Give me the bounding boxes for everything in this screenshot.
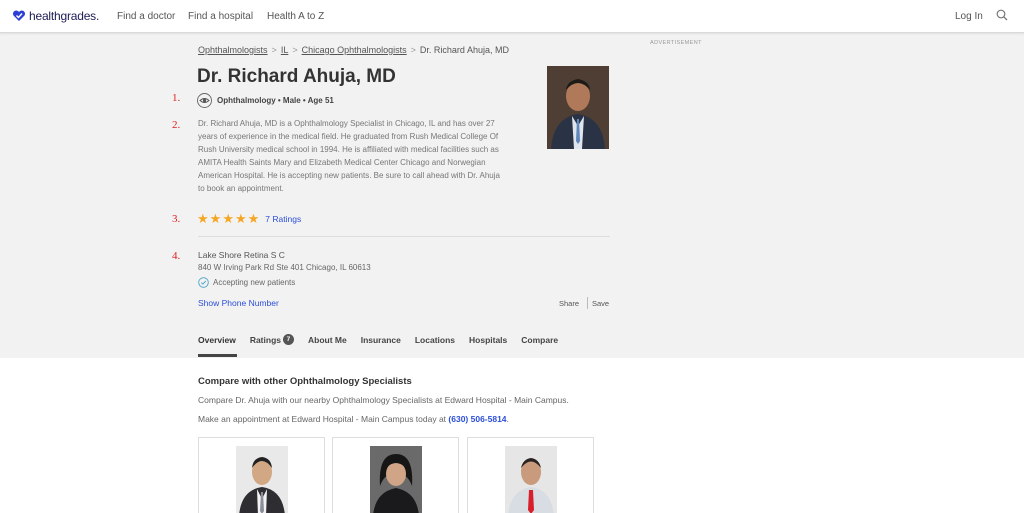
compare-doctor-photo	[236, 446, 288, 513]
tab-label: Hospitals	[469, 334, 508, 345]
share-save-divider	[587, 297, 588, 309]
profile-panel	[0, 33, 1024, 358]
breadcrumb-link-ophthalmologists[interactable]: Ophthalmologists	[198, 45, 268, 55]
doctor-name: Dr. Richard Ahuja, MD	[197, 66, 396, 87]
heart-logo-icon	[12, 10, 26, 21]
checkmark-circle-icon	[198, 277, 209, 288]
tab-label: Insurance	[360, 334, 401, 345]
profile-tabs: Overview Ratings 7 About Me Insurance Loc…	[198, 334, 572, 345]
compare-doctor-photo	[505, 446, 557, 513]
active-tab-indicator	[198, 354, 237, 357]
ratings-link[interactable]: 7 Ratings	[265, 214, 301, 224]
tab-label: Compare	[521, 334, 559, 345]
appointment-phone-link[interactable]: (630) 506-5814	[448, 414, 506, 424]
appointment-text: Make an appointment at Edward Hospital -…	[198, 414, 449, 424]
tab-label: Ratings	[249, 334, 281, 345]
breadcrumb-link-il[interactable]: IL	[281, 45, 289, 55]
doctor-bio: Dr. Richard Ahuja, MD is a Ophthalmology…	[198, 119, 500, 193]
nav-link-health-a-to-z[interactable]: Health A to Z	[267, 11, 324, 22]
show-phone-number-link[interactable]: Show Phone Number	[198, 298, 279, 308]
star-icon: ★	[222, 211, 234, 226]
breadcrumb-separator: >	[271, 45, 277, 55]
healthgrades-logo[interactable]: healthgrades.	[12, 9, 99, 23]
star-icon: ★	[197, 211, 209, 226]
breadcrumb: Ophthalmologists > IL > Chicago Ophthalm…	[198, 45, 509, 55]
tab-hospitals[interactable]: Hospitals	[469, 335, 507, 345]
ratings-row: ★ ★ ★ ★ ★ 7 Ratings	[197, 212, 301, 225]
tab-about-me[interactable]: About Me	[308, 335, 347, 345]
login-link[interactable]: Log In	[955, 11, 983, 22]
compare-description: Compare Dr. Ahuja with our nearby Ophtha…	[198, 395, 569, 405]
practice-name[interactable]: Lake Shore Retina S C	[198, 250, 285, 260]
annotation-marker-3: 3.	[172, 213, 181, 225]
tab-ratings[interactable]: Ratings 7	[250, 334, 294, 345]
breadcrumb-separator: >	[410, 45, 416, 55]
specialty-info: Ophthalmology • Male • Age 51	[217, 96, 334, 105]
compare-doctor-card[interactable]	[198, 437, 325, 513]
star-icon: ★	[209, 211, 222, 226]
star-icon: ★	[234, 211, 247, 226]
annotation-marker-2: 2.	[172, 119, 181, 131]
practice-address: 840 W Irving Park Rd Ste 401 Chicago, IL…	[198, 263, 371, 272]
section-divider	[198, 236, 610, 237]
annotation-marker-1: 1.	[172, 92, 181, 104]
ratings-count-badge: 7	[282, 334, 294, 345]
advertisement-label: ADVERTISEMENT	[650, 40, 702, 46]
star-icon: ★	[247, 211, 260, 226]
top-navigation: healthgrades. Find a doctor Find a hospi…	[0, 0, 1024, 33]
nav-link-find-doctor[interactable]: Find a doctor	[117, 11, 175, 22]
breadcrumb-separator: >	[292, 45, 298, 55]
breadcrumb-link-chicago[interactable]: Chicago Ophthalmologists	[302, 45, 407, 55]
tab-compare[interactable]: Compare	[521, 335, 558, 345]
nav-link-find-hospital[interactable]: Find a hospital	[188, 11, 253, 22]
compare-doctor-card[interactable]	[332, 437, 459, 513]
appointment-line: Make an appointment at Edward Hospital -…	[198, 414, 509, 424]
logo-text: healthgrades.	[29, 9, 100, 23]
accepting-patients: Accepting new patients	[198, 277, 295, 288]
eye-icon	[197, 93, 212, 108]
breadcrumb-current: Dr. Richard Ahuja, MD	[419, 45, 509, 55]
tab-label: Overview	[198, 334, 236, 345]
search-icon[interactable]	[996, 9, 1008, 21]
tab-overview[interactable]: Overview	[198, 335, 236, 345]
tab-label: About Me	[307, 334, 347, 345]
tab-label: Locations	[414, 334, 456, 345]
tab-locations[interactable]: Locations	[415, 335, 455, 345]
compare-doctor-card[interactable]	[467, 437, 594, 513]
save-button[interactable]: Save	[592, 299, 609, 308]
compare-section-title: Compare with other Ophthalmology Special…	[198, 376, 412, 387]
appointment-suffix: .	[506, 414, 509, 424]
compare-doctor-photo	[370, 446, 422, 513]
tab-insurance[interactable]: Insurance	[361, 335, 401, 345]
share-button[interactable]: Share	[559, 299, 579, 308]
accepting-patients-label: Accepting new patients	[213, 278, 296, 287]
annotation-marker-4: 4.	[172, 250, 181, 262]
specialty-row: Ophthalmology • Male • Age 51	[197, 93, 334, 108]
doctor-photo	[547, 66, 609, 149]
